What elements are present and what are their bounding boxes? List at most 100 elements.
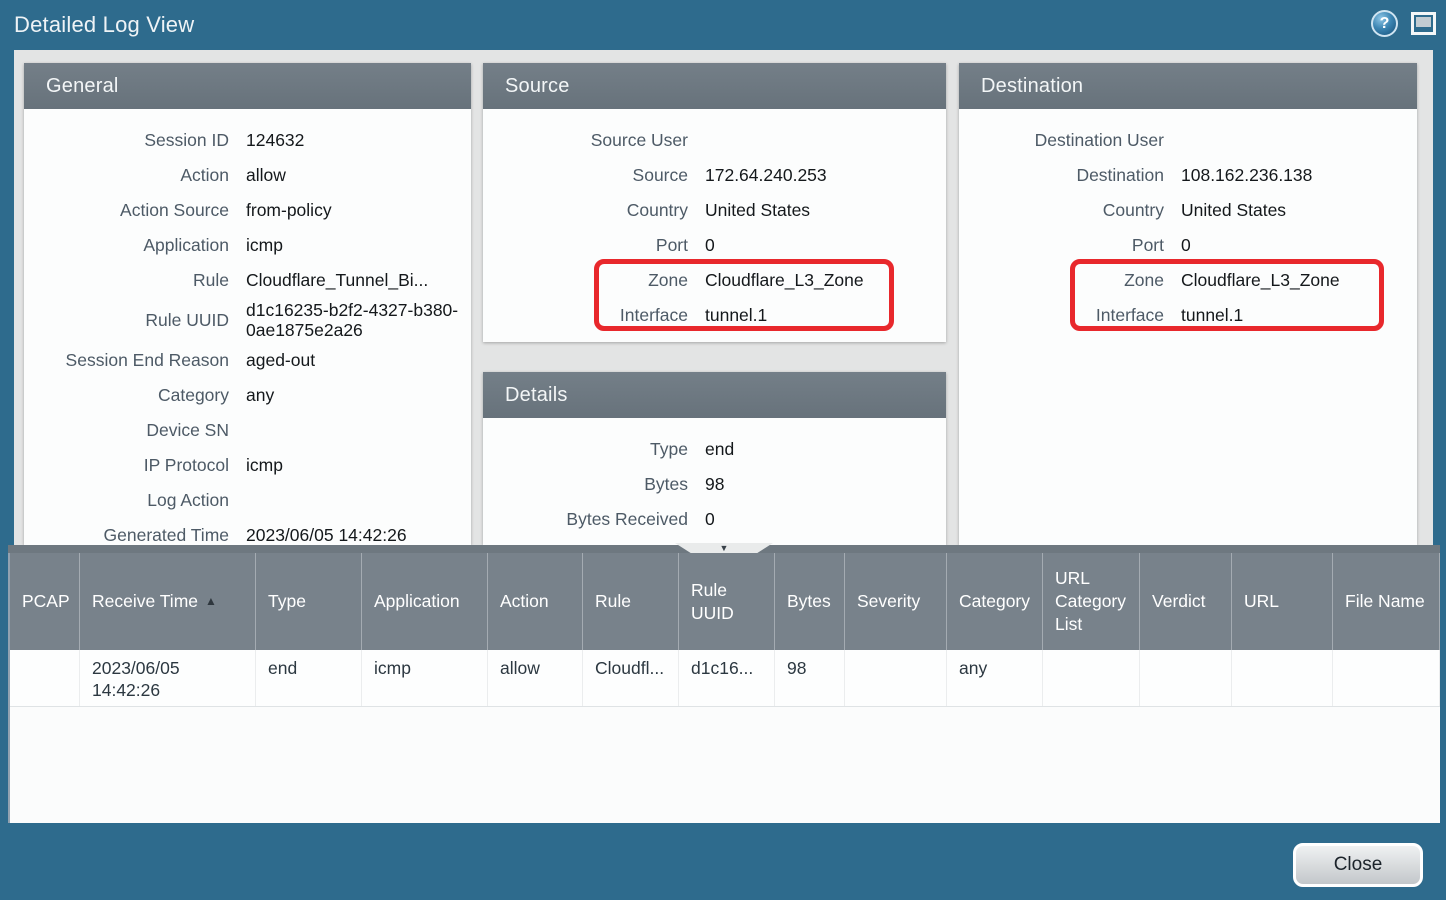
col-header-application[interactable]: Application <box>362 553 488 650</box>
field-row-source-user: Source User <box>483 123 946 158</box>
source-panel-body: Source User Source 172.64.240.253 Countr… <box>483 109 946 333</box>
col-header-rule[interactable]: Rule <box>583 553 679 650</box>
help-icon[interactable]: ? <box>1371 10 1398 37</box>
field-value <box>246 428 471 434</box>
field-row-destination-user: Destination User <box>959 123 1417 158</box>
col-header-rule-uuid[interactable]: Rule UUID <box>679 553 775 650</box>
field-row-action: Action allow <box>24 158 471 193</box>
col-header-severity[interactable]: Severity <box>845 553 947 650</box>
field-value: 108.162.236.138 <box>1181 163 1417 189</box>
field-row-generated-time: Generated Time 2023/06/05 14:42:26 <box>24 518 471 545</box>
field-label: Action <box>24 165 229 186</box>
cell-receive-time: 2023/06/05 14:42:26 <box>80 650 256 706</box>
source-panel-header: Source <box>483 63 946 109</box>
cell-severity <box>845 650 947 706</box>
field-value: tunnel.1 <box>705 303 946 329</box>
col-header-url-category-list[interactable]: URL Category List <box>1043 553 1140 650</box>
field-row-destination-port: Port 0 <box>959 228 1417 263</box>
field-row-source-zone: Zone Cloudflare_L3_Zone <box>483 263 946 298</box>
field-row-source-interface: Interface tunnel.1 <box>483 298 946 333</box>
field-label: Session ID <box>24 130 229 151</box>
field-value: United States <box>1181 198 1417 224</box>
field-row-type: Type end <box>483 432 946 467</box>
field-value: icmp <box>246 233 471 259</box>
cell-type: end <box>256 650 362 706</box>
maximize-icon[interactable] <box>1411 12 1436 35</box>
cell-bytes: 98 <box>775 650 845 706</box>
field-label: Type <box>483 439 688 460</box>
field-row-destination-zone: Zone Cloudflare_L3_Zone <box>959 263 1417 298</box>
field-row-action-source: Action Source from-policy <box>24 193 471 228</box>
field-value: from-policy <box>246 198 471 224</box>
field-row-application: Application icmp <box>24 228 471 263</box>
cell-url <box>1232 650 1333 706</box>
field-value: allow <box>246 163 471 189</box>
cell-pcap <box>10 650 80 706</box>
field-label: Zone <box>483 270 688 291</box>
log-table-header: PCAP Receive Time▲ Type Application Acti… <box>10 553 1440 650</box>
field-row-ip-protocol: IP Protocol icmp <box>24 448 471 483</box>
destination-panel: Destination Destination User Destination… <box>959 63 1417 545</box>
field-row-source-country: Country United States <box>483 193 946 228</box>
field-value: 0 <box>705 507 946 533</box>
cell-category: any <box>947 650 1043 706</box>
field-label: Rule UUID <box>24 310 229 331</box>
col-header-pcap[interactable]: PCAP <box>10 553 80 650</box>
field-value: any <box>246 383 471 409</box>
titlebar-icons: ? <box>1371 10 1436 37</box>
field-value: 0 <box>705 233 946 259</box>
field-row-destination: Destination 108.162.236.138 <box>959 158 1417 193</box>
maximize-icon-glyph <box>1416 17 1431 27</box>
col-header-verdict[interactable]: Verdict <box>1140 553 1232 650</box>
general-panel: General Session ID 124632 Action allow A… <box>24 63 471 545</box>
field-label: Country <box>959 200 1164 221</box>
panel-table-splitter[interactable]: ▼ <box>8 545 1440 553</box>
cell-url-category-list <box>1043 650 1140 706</box>
log-table-row[interactable]: 2023/06/05 14:42:26 end icmp allow Cloud… <box>10 650 1440 707</box>
details-panel: Details Type end Bytes 98 Bytes Received… <box>483 372 946 545</box>
field-label: Generated Time <box>24 525 229 545</box>
field-value: Cloudflare_Tunnel_Bi... <box>246 268 471 294</box>
col-header-file-name[interactable]: File Name <box>1333 553 1440 650</box>
field-value: aged-out <box>246 348 471 374</box>
field-value: 2023/06/05 14:42:26 <box>246 523 471 545</box>
field-label: Bytes <box>483 474 688 495</box>
field-row-bytes: Bytes 98 <box>483 467 946 502</box>
field-value: d1c16235-b2f2-4327-b380-0ae1875e2a26 <box>246 298 471 343</box>
field-label: Device SN <box>24 420 229 441</box>
cell-rule: Cloudfl... <box>583 650 679 706</box>
field-label: Rule <box>24 270 229 291</box>
field-label: Destination <box>959 165 1164 186</box>
field-label: Source User <box>483 130 688 151</box>
close-button[interactable]: Close <box>1293 843 1423 887</box>
field-value <box>1181 138 1417 144</box>
field-label: Zone <box>959 270 1164 291</box>
col-header-action[interactable]: Action <box>488 553 583 650</box>
cell-action: allow <box>488 650 583 706</box>
field-label: Session End Reason <box>24 350 229 371</box>
field-row-source: Source 172.64.240.253 <box>483 158 946 193</box>
splitter-collapse-handle[interactable]: ▼ <box>675 543 773 553</box>
field-label: Source <box>483 165 688 186</box>
field-label: Port <box>483 235 688 256</box>
field-label: Action Source <box>24 200 229 221</box>
field-value: icmp <box>246 453 471 479</box>
col-header-receive-time[interactable]: Receive Time▲ <box>80 553 256 650</box>
field-label: IP Protocol <box>24 455 229 476</box>
field-row-rule-uuid: Rule UUID d1c16235-b2f2-4327-b380-0ae187… <box>24 298 471 343</box>
field-value: United States <box>705 198 946 224</box>
field-row-session-end-reason: Session End Reason aged-out <box>24 343 471 378</box>
dialog-title: Detailed Log View <box>14 12 194 38</box>
field-row-session-id: Session ID 124632 <box>24 123 471 158</box>
col-header-url[interactable]: URL <box>1232 553 1333 650</box>
details-panel-body: Type end Bytes 98 Bytes Received 0 <box>483 418 946 537</box>
col-header-type[interactable]: Type <box>256 553 362 650</box>
field-row-bytes-received: Bytes Received 0 <box>483 502 946 537</box>
field-value: 124632 <box>246 128 471 154</box>
log-table: PCAP Receive Time▲ Type Application Acti… <box>8 553 1440 823</box>
col-header-bytes[interactable]: Bytes <box>775 553 845 650</box>
field-row-log-action: Log Action <box>24 483 471 518</box>
field-label: Category <box>24 385 229 406</box>
field-row-destination-interface: Interface tunnel.1 <box>959 298 1417 333</box>
col-header-category[interactable]: Category <box>947 553 1043 650</box>
